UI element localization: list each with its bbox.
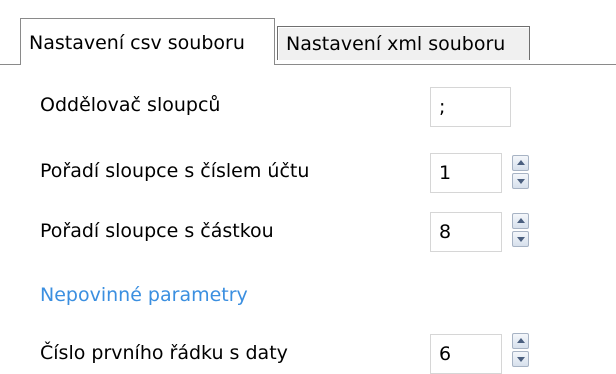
tab-strip: Nastavení csv souboru Nastavení xml soub…	[20, 18, 616, 65]
arrow-down-icon	[517, 357, 525, 362]
first-data-row-increment-button[interactable]	[512, 333, 529, 349]
first-data-row-decrement-button[interactable]	[512, 351, 529, 367]
amount-column-input[interactable]: 8	[430, 212, 502, 252]
amount-column-increment-button[interactable]	[512, 213, 529, 229]
optional-parameters-heading: Nepovinné parametry	[40, 284, 248, 306]
first-data-row-label: Číslo prvního řádku s daty	[40, 342, 288, 364]
account-column-decrement-button[interactable]	[512, 173, 529, 189]
arrow-up-icon	[517, 160, 525, 165]
amount-column-spinner	[512, 213, 529, 247]
account-column-spinner	[512, 155, 529, 189]
account-column-increment-button[interactable]	[512, 155, 529, 171]
separator-input[interactable]: ;	[430, 87, 511, 127]
amount-column-label: Pořadí sloupce s částkou	[40, 220, 274, 242]
first-data-row-input[interactable]: 6	[430, 334, 502, 374]
account-column-input[interactable]: 1	[430, 153, 502, 193]
account-column-label: Pořadí sloupce s číslem účtu	[40, 160, 310, 182]
arrow-down-icon	[517, 179, 525, 184]
amount-column-decrement-button[interactable]	[512, 231, 529, 247]
tab-xml-settings[interactable]: Nastavení xml souboru	[277, 26, 530, 60]
arrow-down-icon	[517, 237, 525, 242]
first-data-row-spinner	[512, 333, 529, 367]
separator-label: Oddělovač sloupců	[40, 94, 221, 116]
arrow-up-icon	[517, 218, 525, 223]
arrow-up-icon	[517, 338, 525, 343]
tab-csv-settings[interactable]: Nastavení csv souboru	[20, 18, 275, 65]
